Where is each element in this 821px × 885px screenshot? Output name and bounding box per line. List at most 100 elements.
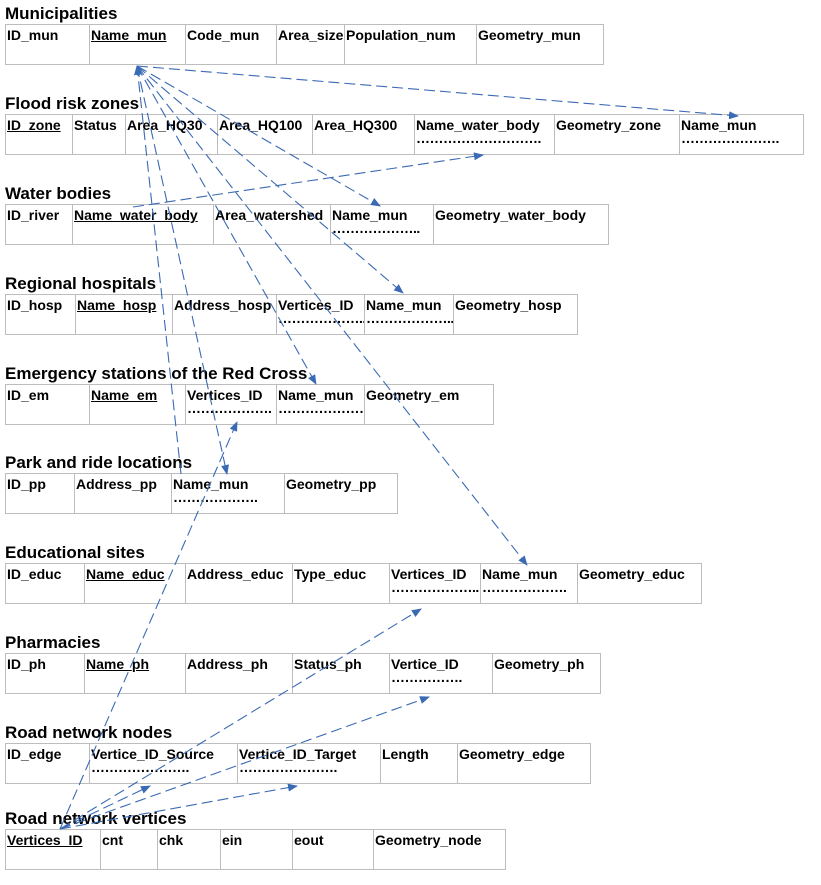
field-cell: Address_hosp	[172, 294, 277, 335]
table-flood-risk-zones: ID_zone Status Area_HQ30 Area_HQ100 Area_HQ3…	[5, 114, 804, 155]
field-cell: Name_water_body	[72, 204, 214, 245]
field-label: Address_pp	[76, 476, 157, 492]
field-cell: ID_educ	[5, 563, 85, 604]
foreign-key-marker: ……………….	[173, 489, 258, 505]
field-label: ID_hosp	[7, 297, 63, 313]
field-cell: Vertice_ID_Source………………….	[89, 743, 238, 784]
field-label: Type_educ	[294, 566, 367, 582]
field-cell: Vertice_ID…………….	[389, 653, 493, 694]
field-cell: Geometry_water_body	[433, 204, 609, 245]
key-field-label: Vertices_ID	[7, 832, 83, 848]
field-cell: Code_mun	[185, 24, 277, 65]
field-cell: chk	[157, 829, 221, 870]
field-label: Population_num	[346, 27, 456, 43]
field-label: Status	[74, 117, 117, 133]
table-emergency-stations: ID_em Name_em Vertices_ID………………. Name_mun………	[5, 384, 494, 425]
table-title-park-and-ride: Park and ride locations	[5, 453, 193, 472]
foreign-key-marker: ………………..	[366, 310, 454, 326]
field-label: ID_ph	[7, 656, 46, 672]
field-cell: Vertice_ID_Target………………….	[237, 743, 381, 784]
table-road-network-vertices: Vertices_ID cnt chk ein eout Geometry_node	[5, 829, 506, 870]
field-cell: Geometry_zone	[554, 114, 680, 155]
field-label: Geometry_edge	[459, 746, 565, 762]
table-title-road-network-nodes: Road network nodes	[5, 723, 173, 742]
field-label: Geometry_node	[375, 832, 482, 848]
field-cell: ID_pp	[5, 473, 75, 514]
field-cell: Name_ph	[84, 653, 186, 694]
field-cell: Geometry_hosp	[453, 294, 578, 335]
field-label: chk	[159, 832, 184, 848]
field-cell: ID_zone	[5, 114, 73, 155]
table-water-bodies: ID_river Name_water_body Area_watershed Nam…	[5, 204, 609, 245]
field-label: ID_em	[7, 387, 50, 403]
field-cell: Geometry_educ	[577, 563, 702, 604]
field-cell: Name_mun……………….	[171, 473, 285, 514]
field-label: Geometry_educ	[579, 566, 685, 582]
field-label: Geometry_mun	[478, 27, 581, 43]
relationship-arrow	[59, 608, 422, 830]
field-label: ein	[222, 832, 243, 848]
key-field-label: Name_hosp	[77, 297, 157, 313]
field-cell: Geometry_edge	[457, 743, 591, 784]
field-cell: ID_ph	[5, 653, 85, 694]
key-field-label: ID_zone	[7, 117, 61, 133]
foreign-key-marker: ………………….	[681, 130, 779, 146]
field-cell: Status_ph	[292, 653, 390, 694]
field-label: Geometry_em	[366, 387, 460, 403]
field-cell: cnt	[100, 829, 158, 870]
field-cell: Area_HQ300	[312, 114, 415, 155]
field-cell: Length	[380, 743, 458, 784]
foreign-key-marker: ………………….	[239, 759, 337, 775]
field-cell: Vertices_ID………………..	[389, 563, 481, 604]
field-cell: Name_mun………………..	[330, 204, 434, 245]
field-label: Address_hosp	[174, 297, 272, 313]
table-title-municipalities: Municipalities	[5, 4, 118, 23]
field-label: ID_mun	[7, 27, 59, 43]
table-title-educational-sites: Educational sites	[5, 543, 145, 562]
field-label: Geometry_water_body	[435, 207, 586, 223]
field-cell: Area_size	[276, 24, 345, 65]
foreign-key-marker: …………………	[278, 400, 365, 416]
field-label: Length	[382, 746, 429, 762]
field-cell: Area_watershed	[213, 204, 331, 245]
field-cell: Geometry_node	[373, 829, 506, 870]
field-label: Address_educ	[187, 566, 284, 582]
field-label: Geometry_zone	[556, 117, 662, 133]
field-cell: Geometry_em	[364, 384, 494, 425]
field-label: Status_ph	[294, 656, 362, 672]
field-cell: Name_mun………………….	[679, 114, 804, 155]
table-title-flood-risk-zones: Flood risk zones	[5, 94, 140, 113]
key-field-label: Name_educ	[86, 566, 165, 582]
foreign-key-marker: ………………..	[332, 220, 420, 236]
field-label: Code_mun	[187, 27, 260, 43]
table-title-pharmacies: Pharmacies	[5, 633, 101, 652]
field-label: Area_size	[278, 27, 344, 43]
foreign-key-marker: ………………..	[391, 579, 479, 595]
field-cell: ID_em	[5, 384, 90, 425]
table-pharmacies: ID_ph Name_ph Address_ph Status_ph Vertice_I…	[5, 653, 601, 694]
field-label: Geometry_hosp	[455, 297, 562, 313]
field-label: Area_HQ300	[314, 117, 398, 133]
table-title-road-network-vertices: Road network vertices	[5, 809, 187, 828]
field-cell: eout	[292, 829, 374, 870]
field-cell: Name_em	[89, 384, 186, 425]
field-cell: Address_educ	[185, 563, 293, 604]
key-field-label: Name_ph	[86, 656, 150, 672]
field-cell: Vertices_ID	[5, 829, 101, 870]
field-cell: Name_mun………………..	[364, 294, 454, 335]
field-cell: Name_water_body……………………….	[414, 114, 555, 155]
relationship-arrow	[136, 65, 404, 294]
key-field-label: Name_mun	[91, 27, 167, 43]
field-label: ID_edge	[7, 746, 62, 762]
field-cell: Geometry_mun	[476, 24, 604, 65]
field-cell: Geometry_ph	[492, 653, 601, 694]
table-title-water-bodies: Water bodies	[5, 184, 112, 203]
field-label: ID_pp	[7, 476, 46, 492]
table-educational-sites: ID_educ Name_educ Address_educ Type_educ Ver…	[5, 563, 702, 604]
field-label: Address_ph	[187, 656, 268, 672]
key-field-label: Name_em	[91, 387, 158, 403]
table-title-regional-hospitals: Regional hospitals	[5, 274, 157, 293]
field-cell: Name_educ	[84, 563, 186, 604]
field-cell: Geometry_pp	[284, 473, 398, 514]
relationship-arrow	[132, 152, 484, 208]
